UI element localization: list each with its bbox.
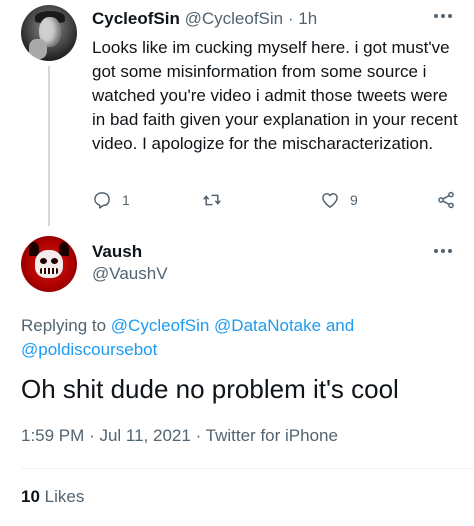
author-handle[interactable]: @VaushV (92, 264, 168, 284)
like-count: 9 (350, 192, 358, 208)
avatar-hand (29, 39, 47, 59)
more-icon (432, 9, 454, 23)
retweet-icon (203, 194, 221, 206)
share-icon (438, 191, 454, 209)
avatar-eye-left (40, 258, 47, 264)
retweet-button[interactable] (202, 188, 222, 212)
share-button[interactable] (436, 188, 456, 212)
stats-divider (21, 468, 474, 469)
parent-more-button[interactable] (432, 9, 454, 23)
tweet-time[interactable]: 1:59 PM (21, 426, 84, 445)
main-tweet-text: Oh shit dude no problem it's cool (21, 374, 399, 404)
header-separator: · (287, 9, 294, 28)
parent-display-name[interactable]: CycleofSin (92, 9, 180, 28)
reply-icon (94, 192, 110, 209)
likes-count: 10 (21, 487, 40, 506)
heart-icon (322, 193, 338, 208)
meta-separator-2: · (195, 426, 202, 445)
tweet-date[interactable]: Jul 11, 2021 (99, 426, 190, 445)
author-display-name[interactable]: Vaush (92, 242, 142, 262)
meta-separator-1: · (89, 426, 95, 445)
more-icon (432, 244, 454, 258)
parent-action-bar: 1 9 (92, 188, 464, 212)
avatar-teeth (40, 268, 58, 274)
reply-button[interactable]: 1 (92, 188, 130, 212)
avatar-eye-right (51, 258, 58, 264)
likes-stat[interactable]: 10 Likes (21, 486, 84, 508)
avatar-cycleofsin[interactable] (21, 5, 77, 61)
avatar-vaush[interactable] (21, 236, 77, 292)
replying-prefix: Replying to (21, 316, 107, 335)
mention-link-3[interactable]: @poldiscoursebot (21, 340, 157, 359)
parent-tweet-text: Looks like im cucking myself here. i got… (92, 38, 458, 153)
parent-timestamp[interactable]: 1h (298, 9, 317, 28)
reply-count: 1 (122, 192, 130, 208)
avatar-horn-right (59, 242, 69, 256)
parent-handle[interactable]: @CycleofSin (185, 9, 284, 28)
tweet-source[interactable]: Twitter for iPhone (206, 426, 338, 445)
mention-link-2[interactable]: @DataNotake (214, 316, 321, 335)
tweet-metadata: 1:59 PM · Jul 11, 2021 · Twitter for iPh… (21, 425, 338, 447)
main-more-button[interactable] (432, 244, 454, 258)
likes-label: Likes (44, 487, 85, 506)
like-button[interactable]: 9 (320, 188, 358, 212)
replying-to-line: Replying to @CycleofSin @DataNotake and … (21, 314, 461, 362)
parent-tweet-header: CycleofSin @CycleofSin · 1h (92, 9, 317, 29)
thread-connector-line (48, 66, 50, 226)
mention-link-1[interactable]: @CycleofSin (111, 316, 210, 335)
replying-joiner[interactable]: and (326, 316, 354, 335)
parent-tweet[interactable]: CycleofSin @CycleofSin · 1h Looks like i… (0, 0, 474, 226)
